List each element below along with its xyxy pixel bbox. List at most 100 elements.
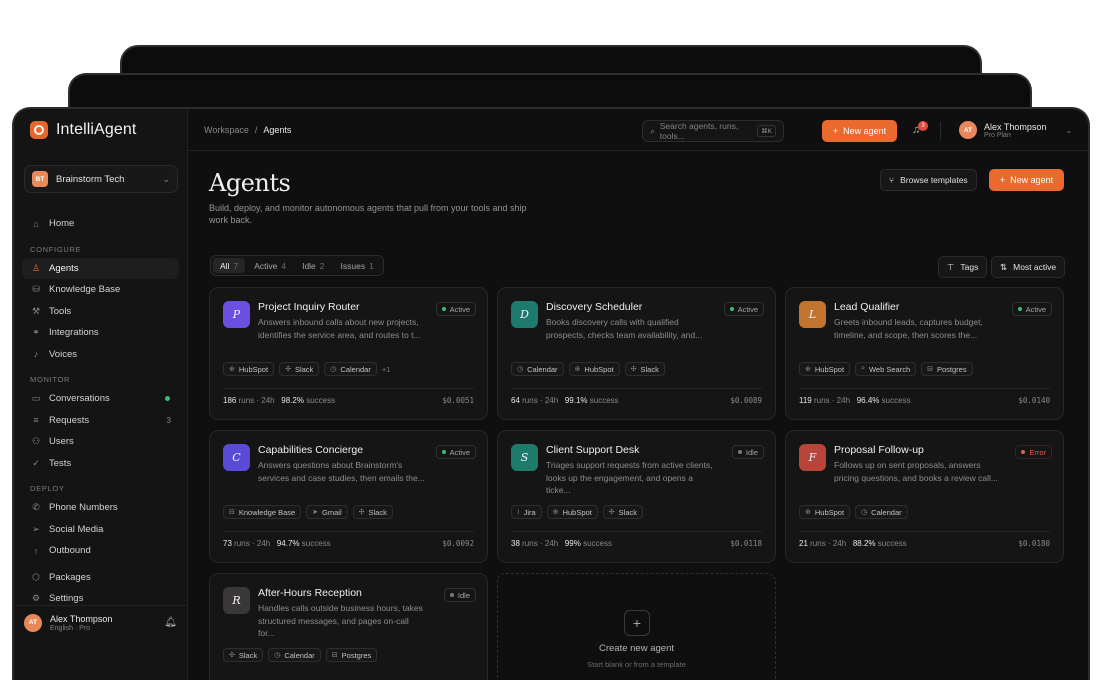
sort-icon: ⇅ [1000, 261, 1008, 272]
tool-chip[interactable]: ⊕ HubSpot [799, 505, 851, 519]
tool-chip[interactable]: ⊟ Knowledge Base [223, 505, 302, 519]
sidebar-item-packages[interactable]: ⬡ Packages [22, 567, 179, 589]
sidebar-item-knowledge-base[interactable]: ⛁ Knowledge Base [22, 279, 179, 301]
sidebar-item-tests[interactable]: ✓ Tests [22, 453, 179, 475]
tool-chip[interactable]: ⊟ Postgres [325, 648, 378, 662]
hubspot-icon: ⊕ [229, 366, 235, 373]
filter-tab-active[interactable]: Active 4 [247, 258, 293, 273]
tool-chips: ⊕ HubSpot ✣ Slack ◷ Calendar +1 [223, 362, 390, 376]
filter-tab-idle[interactable]: Idle 2 [295, 258, 331, 273]
filter-tab-all[interactable]: All 7 [213, 258, 246, 273]
bell-icon[interactable]: 🔔︎ [164, 617, 177, 628]
breadcrumb-workspace[interactable]: Workspace [204, 125, 249, 135]
filter-label: Issues [340, 260, 366, 271]
app-window: IntelliAgent BT Brainstorm Tech ⌄ ⌂ Home … [12, 107, 1090, 680]
tool-chip[interactable]: ✣ Slack [602, 505, 643, 519]
sidebar-item-label: Tools [49, 305, 72, 317]
sidebar-item-integrations[interactable]: ⚭ Integrations [22, 322, 179, 344]
tool-chip[interactable]: ◷ Calendar [268, 648, 321, 662]
tool-chip[interactable]: ◷ Calendar [855, 505, 908, 519]
agent-avatar: D [511, 301, 538, 328]
check-icon: ✓ [32, 457, 40, 468]
status-label: Error [1029, 447, 1046, 457]
user-menu[interactable]: AT Alex Thompson Pro Plan ⌄ [959, 121, 1072, 139]
sidebar-item-requests[interactable]: ≡ Requests 3 [22, 410, 179, 432]
sidebar-item-users[interactable]: ⚇ Users [22, 431, 179, 453]
button-label: Tags [960, 262, 979, 272]
sidebar-item-outbound[interactable]: ↑ Outbound [22, 540, 179, 562]
sidebar-item-social-media[interactable]: ➢ Social Media [22, 519, 179, 541]
divider [940, 122, 941, 140]
agent-description: Greets inbound leads, captures budget, t… [834, 317, 983, 340]
template-icon: ⑂ [889, 175, 895, 185]
sidebar-item-tools[interactable]: ⚒ Tools [22, 301, 179, 323]
tool-chip[interactable]: ⊕ HubSpot [546, 505, 598, 519]
more-tools-count[interactable]: +1 [382, 365, 391, 374]
agent-name: Discovery Scheduler [546, 301, 643, 313]
tags-button[interactable]: ⊤ Tags [938, 256, 988, 278]
brand-logo[interactable]: IntelliAgent [22, 109, 179, 151]
tool-chip[interactable]: ◷ Calendar [324, 362, 377, 376]
sidebar-item-voices[interactable]: ♪ Voices [22, 344, 179, 366]
agent-card[interactable]: D Discovery Scheduler Books discovery call… [497, 287, 776, 420]
tool-chip[interactable]: ⊕ HubSpot [223, 362, 275, 376]
org-switcher[interactable]: BT Brainstorm Tech ⌄ [24, 165, 178, 193]
agent-card[interactable]: C Capabilities Concierge Answers questions… [209, 430, 488, 563]
success-rate: 88.2% [852, 539, 876, 548]
user-name: Alex Thompson [984, 121, 1047, 132]
tool-chip[interactable]: ⊕ HubSpot [799, 362, 851, 376]
tool-chip[interactable]: ≀ Jira [511, 505, 542, 519]
tool-label: HubSpot [562, 507, 592, 517]
sort-button[interactable]: ⇅ Most active [991, 256, 1066, 278]
runs-count: 64 [511, 396, 520, 405]
hubspot-icon: ⊕ [552, 509, 559, 516]
tool-chip[interactable]: ✣ Slack [279, 362, 320, 376]
status-badge: Active [1011, 302, 1052, 316]
agent-description: Answers inbound calls about new projects… [258, 317, 421, 340]
sidebar-item-agents[interactable]: ♙ Agents [22, 257, 179, 279]
agent-card[interactable]: P Project Inquiry Router Answers inbound c… [209, 287, 488, 420]
sidebar-user[interactable]: AT Alex Thompson English · Pro 🔔︎ [14, 605, 187, 639]
runs-count: 186 [223, 396, 237, 405]
agent-avatar: R [223, 587, 250, 614]
agent-description: Answers questions about Brainstorm's ser… [258, 460, 425, 483]
package-icon: ⬡ [32, 571, 40, 582]
tool-chip[interactable]: ✣ Slack [223, 648, 264, 662]
search-placeholder: Search agents, runs, tools... [659, 121, 739, 141]
tool-chip[interactable]: ⊕ HubSpot [568, 362, 620, 376]
sidebar-item-home[interactable]: ⌂ Home [22, 213, 179, 235]
sidebar-item-phone-numbers[interactable]: ✆ Phone Numbers [22, 497, 179, 519]
filter-tab-issues[interactable]: Issues 1 [334, 258, 381, 273]
agent-stats: 64 runs · 24h 99.1% success [511, 396, 619, 405]
agent-card[interactable]: S Client Support Desk Triages support requ… [497, 430, 776, 563]
calendar-icon: ◷ [274, 652, 281, 659]
search-input[interactable]: ⌕ Search agents, runs, tools... ⌘K [642, 120, 784, 142]
tool-chips: ✣ Slack ◷ Calendar ⊟ Postgres [223, 648, 378, 662]
browse-templates-button[interactable]: ⑂ Browse templates [880, 169, 977, 191]
topbar-new-agent-button[interactable]: + New agent [822, 120, 897, 142]
arrow-up-icon: ↑ [33, 545, 39, 556]
tool-chip[interactable]: ◷ Calendar [511, 362, 564, 376]
plus-icon: + [832, 126, 839, 136]
filter-label: Active [254, 260, 278, 271]
divider [223, 388, 474, 389]
divider [799, 388, 1050, 389]
create-agent-card[interactable]: + Create new agent Start blank or from a t… [497, 573, 776, 680]
agent-avatar: F [799, 444, 826, 471]
button-label: New agent [843, 126, 887, 136]
tool-chip[interactable]: ⊟ Postgres [921, 362, 973, 376]
sidebar-item-conversations[interactable]: ▭ Conversations [22, 388, 179, 410]
sidebar-item-label: Tests [49, 457, 72, 469]
sidebar-item-label: Settings [49, 593, 84, 605]
agent-card[interactable]: F Proposal Follow-up Follows up on sent pr… [785, 430, 1064, 563]
agent-card[interactable]: R After-Hours Reception Handles calls outs… [209, 573, 488, 680]
new-agent-button[interactable]: + New agent [989, 169, 1064, 191]
agent-card[interactable]: L Lead Qualifier Greets inbound leads, cap… [785, 287, 1064, 420]
agent-stats: 73 runs · 24h 94.7% success [223, 539, 331, 548]
status-dot-icon [441, 307, 446, 311]
tool-chip[interactable]: ✣ Slack [624, 362, 665, 376]
tool-chip[interactable]: ✣ Slack [352, 505, 393, 519]
tool-chip[interactable]: ⌕ Web Search [855, 362, 917, 376]
tool-label: Gmail [322, 507, 342, 517]
tool-chip[interactable]: ➤ Gmail [306, 505, 348, 519]
